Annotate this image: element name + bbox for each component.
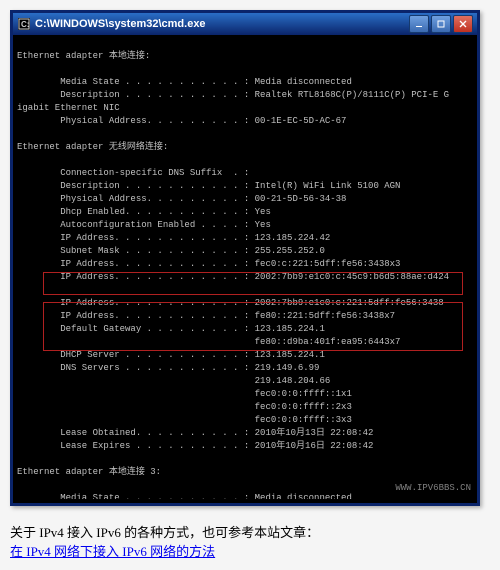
caption: 关于 IPv4 接入 IPv6 的各种方式，也可参考本站文章： 在 IPv4 网… — [10, 522, 474, 560]
titlebar[interactable]: C: C:\WINDOWS\system32\cmd.exe — [13, 13, 477, 35]
svg-text:C:: C: — [21, 20, 29, 29]
cmd-icon: C: — [17, 17, 31, 31]
terminal-output[interactable]: Ethernet adapter 本地连接: Media State . . .… — [13, 35, 477, 499]
cmd-window: C: C:\WINDOWS\system32\cmd.exe Ethernet … — [10, 10, 480, 506]
minimize-button[interactable] — [409, 15, 429, 33]
window-buttons — [409, 15, 473, 33]
window-title: C:\WINDOWS\system32\cmd.exe — [35, 18, 409, 30]
caption-link[interactable]: 在 IPv4 网络下接入 IPv6 网络的方法 — [10, 544, 215, 559]
close-button[interactable] — [453, 15, 473, 33]
watermark: WWW.IPV6BBS.CN — [395, 482, 471, 495]
caption-text: 关于 IPv4 接入 IPv6 的各种方式，也可参考本站文章： — [10, 525, 319, 540]
maximize-button[interactable] — [431, 15, 451, 33]
terminal-lines: Ethernet adapter 本地连接: Media State . . .… — [17, 37, 473, 499]
